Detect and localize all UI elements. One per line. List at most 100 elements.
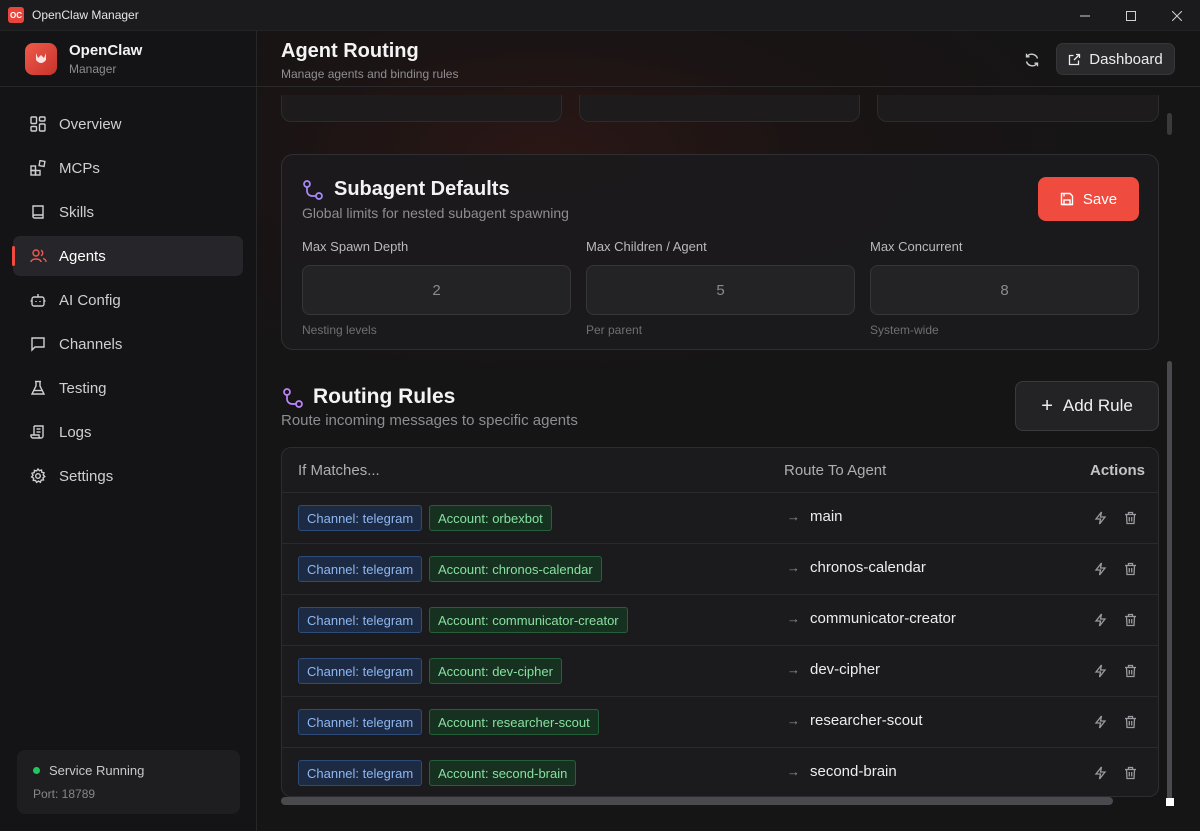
save-button[interactable]: Save: [1038, 177, 1139, 221]
horizontal-scrollbar[interactable]: [281, 797, 1113, 805]
test-rule-button[interactable]: [1092, 765, 1108, 781]
route-target: → researcher-scout: [787, 712, 923, 729]
routing-rules-table: If Matches... Route To Agent Actions Cha…: [281, 447, 1159, 797]
agent-name: main: [810, 508, 843, 525]
test-rule-button[interactable]: [1092, 663, 1108, 679]
sidebar-item-label: MCPs: [59, 159, 100, 177]
arrow-right-icon: →: [787, 764, 800, 779]
plus-icon: +: [1041, 394, 1053, 417]
sidebar-item-agents[interactable]: Agents: [12, 236, 243, 276]
zap-icon: [1094, 613, 1106, 627]
zap-icon: [1094, 664, 1106, 678]
close-button[interactable]: [1154, 0, 1200, 31]
gear-icon: [29, 467, 47, 485]
route-target: → main: [787, 508, 843, 525]
blocks-icon: [29, 159, 47, 177]
agent-name: communicator-creator: [810, 610, 956, 627]
sidebar-item-testing[interactable]: Testing: [13, 368, 243, 408]
claw-logo-icon: [25, 42, 57, 75]
window-controls: [1062, 0, 1200, 31]
app-icon: OC: [8, 7, 24, 23]
trash-icon: [1124, 766, 1136, 780]
delete-rule-button[interactable]: [1122, 714, 1138, 730]
test-rule-button[interactable]: [1092, 510, 1108, 526]
minimize-button[interactable]: [1062, 0, 1108, 31]
sidebar-item-channels[interactable]: Channels: [13, 324, 243, 364]
channel-badge: Channel: telegram: [298, 505, 423, 531]
save-icon: [1060, 192, 1074, 206]
delete-rule-button[interactable]: [1122, 561, 1138, 577]
test-rule-button[interactable]: [1092, 714, 1108, 730]
maximize-icon: [1126, 10, 1136, 21]
sidebar-item-label: Settings: [59, 467, 114, 485]
field-label: Max Spawn Depth: [302, 239, 409, 254]
refresh-button[interactable]: [1021, 49, 1043, 71]
sidebar-item-settings[interactable]: Settings: [13, 456, 243, 496]
sidebar-item-label: Overview: [59, 115, 122, 133]
flask-icon: [29, 379, 47, 397]
page-header: Agent Routing Manage agents and binding …: [257, 31, 1200, 87]
status-text: Service Running: [49, 763, 145, 778]
field-hint: Nesting levels: [302, 323, 377, 337]
sidebar-item-skills[interactable]: Skills: [13, 192, 243, 232]
zap-icon: [1094, 511, 1106, 525]
service-status: Service Running Port: 18789: [17, 750, 240, 814]
route-target: → dev-cipher: [787, 661, 880, 678]
delete-rule-button[interactable]: [1122, 663, 1138, 679]
add-rule-label: Add Rule: [1062, 396, 1133, 415]
vertical-scrollbar[interactable]: [1167, 361, 1172, 801]
agent-name: chronos-calendar: [810, 559, 926, 576]
table-header: If Matches... Route To Agent Actions: [282, 448, 1158, 493]
table-row: Channel: telegram Account: researcher-sc…: [282, 697, 1158, 748]
agent-name: second-brain: [810, 763, 897, 780]
sidebar-item-label: Logs: [59, 423, 92, 441]
account-badge: Account: orbexbot: [429, 505, 552, 531]
scrollbar-corner: [1166, 798, 1174, 806]
table-row: Channel: telegram Account: communicator-…: [282, 595, 1158, 646]
delete-rule-button[interactable]: [1122, 510, 1138, 526]
sidebar-item-label: Testing: [59, 379, 107, 397]
field-label: Max Children / Agent: [586, 239, 707, 254]
add-rule-button[interactable]: + Add Rule: [1015, 381, 1159, 431]
sidebar-item-ai-config[interactable]: AI Config: [13, 280, 243, 320]
trash-icon: [1124, 715, 1136, 729]
stat-card: [579, 95, 860, 122]
max-spawn-depth-input[interactable]: 2: [302, 265, 571, 315]
channel-badge: Channel: telegram: [298, 607, 423, 633]
minimize-icon: [1080, 15, 1090, 16]
channel-badge: Channel: telegram: [298, 760, 423, 786]
sidebar-item-overview[interactable]: Overview: [13, 104, 243, 144]
agent-name: dev-cipher: [810, 661, 881, 678]
page-title: Agent Routing: [281, 40, 419, 62]
column-header-match: If Matches...: [298, 462, 380, 479]
maximize-button[interactable]: [1108, 0, 1154, 31]
arrow-right-icon: →: [787, 611, 800, 626]
max-spawn-depth-field: Max Spawn Depth 2 Nesting levels: [302, 239, 571, 337]
test-rule-button[interactable]: [1092, 612, 1108, 628]
delete-rule-button[interactable]: [1122, 612, 1138, 628]
sidebar-item-logs[interactable]: Logs: [13, 412, 243, 452]
subagent-defaults-title: Subagent Defaults: [334, 178, 510, 200]
sidebar-item-mcps[interactable]: MCPs: [13, 148, 243, 188]
delete-rule-button[interactable]: [1122, 765, 1138, 781]
brand: OpenClaw Manager: [0, 31, 256, 87]
route-target: → second-brain: [787, 763, 897, 780]
sidebar-item-label: Agents: [59, 247, 106, 265]
users-icon: [29, 247, 47, 265]
sidebar-item-label: AI Config: [59, 291, 121, 309]
window-title: OpenClaw Manager: [32, 8, 139, 22]
test-rule-button[interactable]: [1092, 561, 1108, 577]
account-badge: Account: researcher-scout: [429, 709, 599, 735]
channel-badge: Channel: telegram: [298, 658, 423, 684]
trash-icon: [1124, 613, 1136, 627]
dashboard-label: Dashboard: [1089, 50, 1163, 68]
account-badge: Account: communicator-creator: [429, 607, 628, 633]
routing-rules-title: Routing Rules: [313, 385, 456, 408]
max-children-input[interactable]: 5: [586, 265, 855, 315]
sidebar-nav: Overview MCPs Skills Agents AI Config Ch…: [0, 87, 256, 496]
book-icon: [29, 203, 47, 221]
max-concurrent-input[interactable]: 8: [870, 265, 1139, 315]
dashboard-button[interactable]: Dashboard: [1056, 43, 1175, 75]
close-icon: [1172, 10, 1182, 21]
page-subtitle: Manage agents and binding rules: [281, 67, 459, 81]
